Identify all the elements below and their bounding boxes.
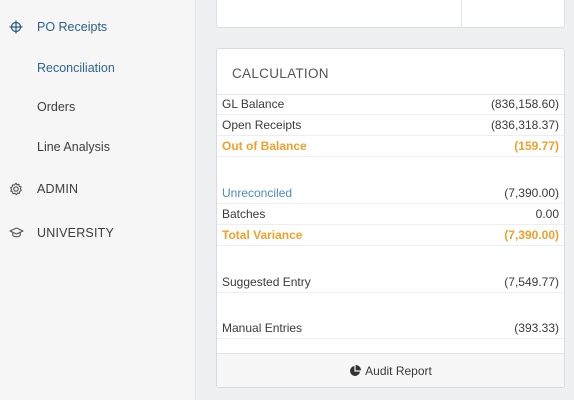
calculation-title: CALCULATION [232, 66, 329, 81]
unreconciled-link[interactable]: Unreconciled [222, 186, 292, 200]
nav-item-university[interactable]: UNIVERSITY [0, 224, 196, 242]
row-value: (393.33) [514, 321, 559, 335]
row-suggested-entry: Suggested Entry (7,549.77) [217, 272, 564, 293]
calculation-card: CALCULATION GL Balance (836,158.60) Open… [216, 48, 565, 388]
row-label: Open Receipts [222, 118, 302, 132]
row-value: 0.00 [535, 207, 559, 221]
nav-sub-reconciliation[interactable]: Reconciliation [37, 61, 115, 75]
row-value: (7,390.00) [504, 186, 559, 200]
nav-label-admin: ADMIN [37, 182, 79, 196]
nav-item-admin[interactable]: ADMIN [0, 180, 196, 198]
nav-label-po-receipts: PO Receipts [37, 20, 108, 34]
card-divider [461, 0, 462, 27]
row-label: Out of Balance [222, 139, 307, 153]
graduation-cap-icon [8, 225, 24, 241]
row-total-variance: Total Variance (7,390.00) [217, 225, 564, 246]
row-label: Manual Entries [222, 321, 303, 335]
calculation-header: CALCULATION [217, 49, 564, 95]
row-value: (7,390.00) [504, 228, 559, 242]
row-manual-entries: Manual Entries (393.33) [217, 318, 564, 339]
audit-report-button[interactable]: Audit Report [217, 353, 564, 387]
row-value: (7,549.77) [504, 275, 559, 289]
row-label: Total Variance [222, 228, 303, 242]
crosshair-icon [8, 19, 24, 35]
row-value: (836,158.60) [490, 97, 559, 111]
row-unreconciled: Unreconciled (7,390.00) [217, 183, 564, 204]
row-value: (836,318.37) [490, 118, 559, 132]
row-open-receipts: Open Receipts (836,318.37) [217, 115, 564, 136]
row-label: Batches [222, 207, 266, 221]
gear-icon [8, 181, 24, 197]
summary-card [216, 0, 565, 28]
row-label: GL Balance [222, 97, 285, 111]
pie-chart-icon [349, 364, 362, 377]
row-gl-balance: GL Balance (836,158.60) [217, 94, 564, 115]
row-batches: Batches 0.00 [217, 204, 564, 225]
sidebar: PO Receipts Reconciliation Orders Line A… [0, 0, 196, 400]
row-out-of-balance: Out of Balance (159.77) [217, 136, 564, 157]
audit-report-label: Audit Report [365, 363, 432, 378]
nav-sub-orders[interactable]: Orders [37, 100, 75, 114]
nav-item-po-receipts[interactable]: PO Receipts [0, 18, 196, 36]
row-value: (159.77) [514, 139, 559, 153]
row-label: Suggested Entry [222, 275, 311, 289]
nav-sub-line-analysis[interactable]: Line Analysis [37, 140, 110, 154]
nav-label-university: UNIVERSITY [37, 226, 115, 240]
